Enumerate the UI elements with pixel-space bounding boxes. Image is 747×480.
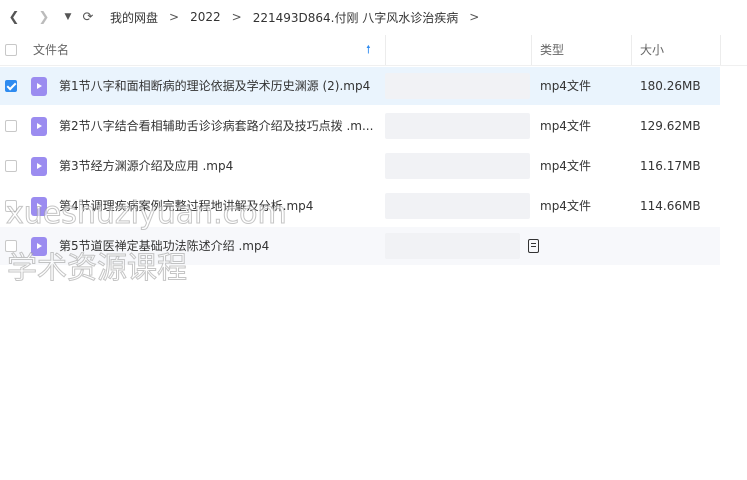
file-name[interactable]: 第2节八字结合看相辅助舌诊诊病套路介绍及技巧点拨 .m... <box>59 107 373 145</box>
column-header-type[interactable]: 类型 <box>540 35 564 65</box>
column-header-name[interactable]: 文件名 <box>33 35 69 65</box>
file-row[interactable]: 第4节调理疾病案例完整过程地讲解及分析.mp4 mp4文件 114.66MB <box>0 187 720 225</box>
file-size: 129.62MB <box>640 119 701 133</box>
chevron-right-icon[interactable]: ❯ <box>36 7 52 27</box>
toolbar: ❮ ❯ ▼ ⟳ 我的网盘 > 2022 > 221493D864.付刚 八字风水… <box>0 0 747 34</box>
breadcrumb: 我的网盘 > 2022 > 221493D864.付刚 八字风水诊治疾病 > <box>110 9 490 26</box>
column-header-size[interactable]: 大小 <box>640 35 664 65</box>
refresh-icon[interactable]: ⟳ <box>80 7 96 27</box>
file-type: mp4文件 <box>540 199 591 213</box>
file-size: 116.17MB <box>640 159 701 173</box>
breadcrumb-item-root[interactable]: 我的网盘 <box>110 9 158 26</box>
column-divider[interactable] <box>531 35 532 65</box>
row-checkbox[interactable] <box>5 240 17 252</box>
blurred-column <box>385 73 530 99</box>
file-name[interactable]: 第4节调理疾病案例完整过程地讲解及分析.mp4 <box>59 187 313 225</box>
column-divider[interactable] <box>385 35 386 65</box>
file-row[interactable]: 第2节八字结合看相辅助舌诊诊病套路介绍及技巧点拨 .m... mp4文件 129… <box>0 107 720 145</box>
file-name[interactable]: 第5节道医禅定基础功法陈述介绍 .mp4 <box>59 227 269 265</box>
file-type: mp4文件 <box>540 159 591 173</box>
row-checkbox[interactable] <box>5 120 17 132</box>
chevron-left-icon[interactable]: ❮ <box>6 7 22 27</box>
file-row[interactable]: 第1节八字和面相断病的理论依据及学术历史渊源 (2).mp4 mp4文件 180… <box>0 67 720 105</box>
file-list-header: 文件名 🠕 类型 大小 <box>0 35 747 66</box>
video-file-icon <box>31 77 47 96</box>
video-file-icon <box>31 197 47 216</box>
breadcrumb-item-year[interactable]: 2022 <box>190 10 221 24</box>
video-file-icon <box>31 117 47 136</box>
column-divider[interactable] <box>631 35 632 65</box>
breadcrumb-item-folder[interactable]: 221493D864.付刚 八字风水诊治疾病 <box>253 9 459 26</box>
breadcrumb-separator: > <box>469 10 480 24</box>
video-file-icon <box>31 157 47 176</box>
file-type: mp4文件 <box>540 79 591 93</box>
caret-down-icon[interactable]: ▼ <box>60 7 76 27</box>
file-type: mp4文件 <box>540 119 591 133</box>
breadcrumb-separator: > <box>169 10 180 24</box>
row-checkbox[interactable] <box>5 80 17 92</box>
blurred-column <box>385 113 530 139</box>
file-row[interactable]: 第3节经方渊源介绍及应用 .mp4 mp4文件 116.17MB <box>0 147 720 185</box>
column-divider[interactable] <box>720 35 721 65</box>
document-icon[interactable] <box>528 239 539 253</box>
file-name[interactable]: 第1节八字和面相断病的理论依据及学术历史渊源 (2).mp4 <box>59 67 370 105</box>
row-checkbox[interactable] <box>5 200 17 212</box>
select-all-checkbox[interactable] <box>5 44 17 56</box>
breadcrumb-separator: > <box>231 10 242 24</box>
blurred-column <box>385 233 520 259</box>
row-checkbox[interactable] <box>5 160 17 172</box>
file-name[interactable]: 第3节经方渊源介绍及应用 .mp4 <box>59 147 233 185</box>
sort-asc-icon[interactable]: 🠕 <box>366 35 371 65</box>
blurred-column <box>385 193 530 219</box>
video-file-icon <box>31 237 47 256</box>
file-size: 180.26MB <box>640 79 701 93</box>
blurred-column <box>385 153 530 179</box>
file-size: 114.66MB <box>640 199 701 213</box>
file-row[interactable]: 第5节道医禅定基础功法陈述介绍 .mp4 <box>0 227 720 265</box>
